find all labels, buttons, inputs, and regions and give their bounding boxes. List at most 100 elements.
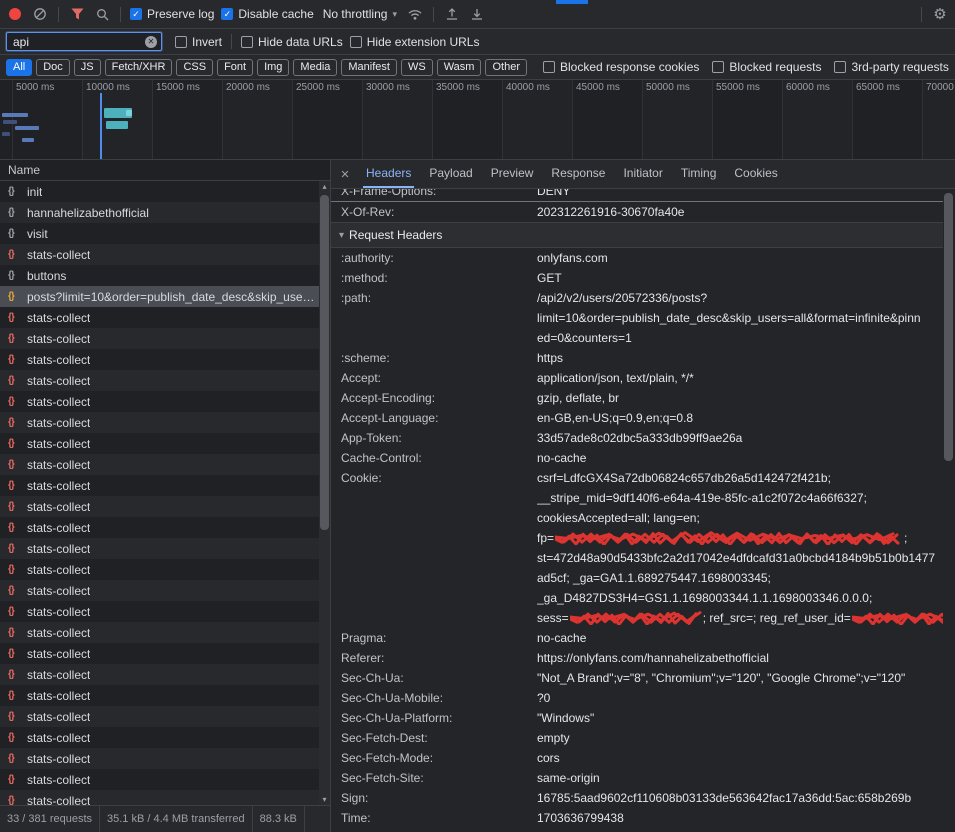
request-row[interactable]: {}stats-collect: [0, 517, 330, 538]
request-row[interactable]: {}stats-collect: [0, 727, 330, 748]
request-row[interactable]: {}stats-collect: [0, 643, 330, 664]
request-name: init: [27, 185, 42, 199]
header-value-line: ad5cf; _ga=GA1.1.689275447.1698003345;: [537, 568, 943, 588]
request-row[interactable]: {}posts?limit=10&order=publish_date_desc…: [0, 286, 330, 307]
json-file-icon: {}: [8, 543, 21, 554]
request-list-scrollbar[interactable]: ▴ ▾: [319, 181, 330, 805]
request-row[interactable]: {}stats-collect: [0, 433, 330, 454]
request-name: stats-collect: [27, 752, 90, 766]
type-filter-js[interactable]: JS: [74, 59, 101, 76]
header-value: csrf=LdfcGX4Sa72db06824c657db26a5d142472…: [537, 468, 943, 628]
header-value: "Not_A Brand";v="8", "Chromium";v="120",…: [537, 668, 943, 688]
tab-cookies[interactable]: Cookies: [725, 160, 786, 188]
settings-gear-icon[interactable]: ⚙: [931, 5, 949, 23]
request-row[interactable]: {}stats-collect: [0, 370, 330, 391]
type-filter-img[interactable]: Img: [257, 59, 289, 76]
request-headers-section[interactable]: ▾Request Headers: [331, 222, 943, 248]
request-row[interactable]: {}buttons: [0, 265, 330, 286]
tab-response[interactable]: Response: [542, 160, 614, 188]
type-filter-manifest[interactable]: Manifest: [341, 59, 397, 76]
tab-preview[interactable]: Preview: [482, 160, 543, 188]
search-icon[interactable]: [93, 5, 111, 23]
request-row[interactable]: {}stats-collect: [0, 706, 330, 727]
request-row[interactable]: {}stats-collect: [0, 601, 330, 622]
type-filter-doc[interactable]: Doc: [36, 59, 70, 76]
checkbox-blocked-requests[interactable]: Blocked requests: [712, 60, 821, 74]
request-row[interactable]: {}init: [0, 181, 330, 202]
hide-data-urls-checkbox[interactable]: Hide data URLs: [241, 35, 343, 49]
record-icon: [9, 8, 21, 20]
type-filter-css[interactable]: CSS: [176, 59, 213, 76]
tab-payload[interactable]: Payload: [420, 160, 481, 188]
filter-icon[interactable]: [68, 5, 86, 23]
header-value-line: 1703636799438: [537, 808, 943, 828]
type-filter-ws[interactable]: WS: [401, 59, 433, 76]
disable-cache-checkbox[interactable]: ✓ Disable cache: [221, 7, 313, 21]
header-value: same-origin: [537, 768, 943, 788]
scroll-up-arrow-icon[interactable]: ▴: [319, 182, 330, 191]
request-row[interactable]: {}stats-collect: [0, 580, 330, 601]
header-value-line: limit=10&order=publish_date_desc&skip_us…: [537, 308, 943, 328]
checkbox-3rd-party-requests[interactable]: 3rd-party requests: [834, 60, 948, 74]
json-file-icon: {}: [8, 312, 21, 323]
network-conditions-icon[interactable]: [406, 5, 424, 23]
request-row[interactable]: {}stats-collect: [0, 349, 330, 370]
type-filter-all[interactable]: All: [6, 59, 32, 76]
header-name: :method:: [331, 268, 537, 288]
request-row[interactable]: {}stats-collect: [0, 664, 330, 685]
clear-network-log-icon[interactable]: [31, 5, 49, 23]
type-filter-other[interactable]: Other: [485, 59, 527, 76]
toolbar-divider: [120, 7, 121, 22]
type-filter-wasm[interactable]: Wasm: [437, 59, 482, 76]
record-button[interactable]: [6, 5, 24, 23]
throttling-dropdown[interactable]: No throttling ▾: [321, 7, 399, 21]
request-row[interactable]: {}visit: [0, 223, 330, 244]
scrollbar-thumb[interactable]: [320, 195, 329, 530]
import-har-icon[interactable]: [443, 5, 461, 23]
request-row[interactable]: {}stats-collect: [0, 391, 330, 412]
json-file-icon: {}: [8, 753, 21, 764]
request-row[interactable]: {}stats-collect: [0, 622, 330, 643]
tab-initiator[interactable]: Initiator: [614, 160, 671, 188]
export-har-icon[interactable]: [468, 5, 486, 23]
request-row[interactable]: {}stats-collect: [0, 412, 330, 433]
header-name: :scheme:: [331, 348, 537, 368]
request-row[interactable]: {}stats-collect: [0, 475, 330, 496]
header-row: Time:1703636799438: [331, 808, 943, 828]
type-filter-fetch-xhr[interactable]: Fetch/XHR: [105, 59, 173, 76]
json-file-icon: {}: [8, 564, 21, 575]
header-name: App-Token:: [331, 428, 537, 448]
request-row[interactable]: {}stats-collect: [0, 769, 330, 790]
request-row[interactable]: {}stats-collect: [0, 685, 330, 706]
request-row[interactable]: {}hannahelizabethofficial: [0, 202, 330, 223]
hide-extension-urls-checkbox[interactable]: Hide extension URLs: [350, 35, 480, 49]
request-name: stats-collect: [27, 374, 90, 388]
network-overview-timeline[interactable]: 5000 ms10000 ms15000 ms20000 ms25000 ms3…: [0, 80, 955, 160]
toolbar-divider: [433, 7, 434, 22]
checkbox-blocked-response-cookies[interactable]: Blocked response cookies: [543, 60, 699, 74]
scroll-down-arrow-icon[interactable]: ▾: [319, 795, 330, 804]
status-item: 35.1 kB / 4.4 MB transferred: [100, 806, 253, 832]
request-row[interactable]: {}stats-collect: [0, 454, 330, 475]
details-scrollbar[interactable]: [943, 191, 954, 832]
close-details-icon[interactable]: ×: [333, 166, 357, 183]
tab-headers[interactable]: Headers: [357, 160, 420, 188]
scrollbar-thumb[interactable]: [944, 193, 953, 461]
request-row[interactable]: {}stats-collect: [0, 559, 330, 580]
request-row[interactable]: {}stats-collect: [0, 496, 330, 517]
name-column-header[interactable]: Name: [0, 160, 330, 181]
header-row: X-Frame-Options:DENY: [331, 189, 943, 202]
invert-checkbox[interactable]: Invert: [175, 35, 222, 49]
clear-filter-icon[interactable]: ✕: [145, 36, 157, 48]
request-row[interactable]: {} stats-collect: [0, 748, 330, 769]
type-filter-font[interactable]: Font: [217, 59, 253, 76]
tab-timing[interactable]: Timing: [672, 160, 726, 188]
filter-input[interactable]: [6, 32, 162, 51]
request-row[interactable]: {}stats-collect: [0, 244, 330, 265]
request-row[interactable]: {}stats-collect: [0, 538, 330, 559]
preserve-log-checkbox[interactable]: ✓ Preserve log: [130, 7, 214, 21]
type-filter-media[interactable]: Media: [293, 59, 337, 76]
request-row[interactable]: {}stats-collect: [0, 328, 330, 349]
request-row[interactable]: {}stats-collect: [0, 790, 330, 805]
request-row[interactable]: {}stats-collect: [0, 307, 330, 328]
